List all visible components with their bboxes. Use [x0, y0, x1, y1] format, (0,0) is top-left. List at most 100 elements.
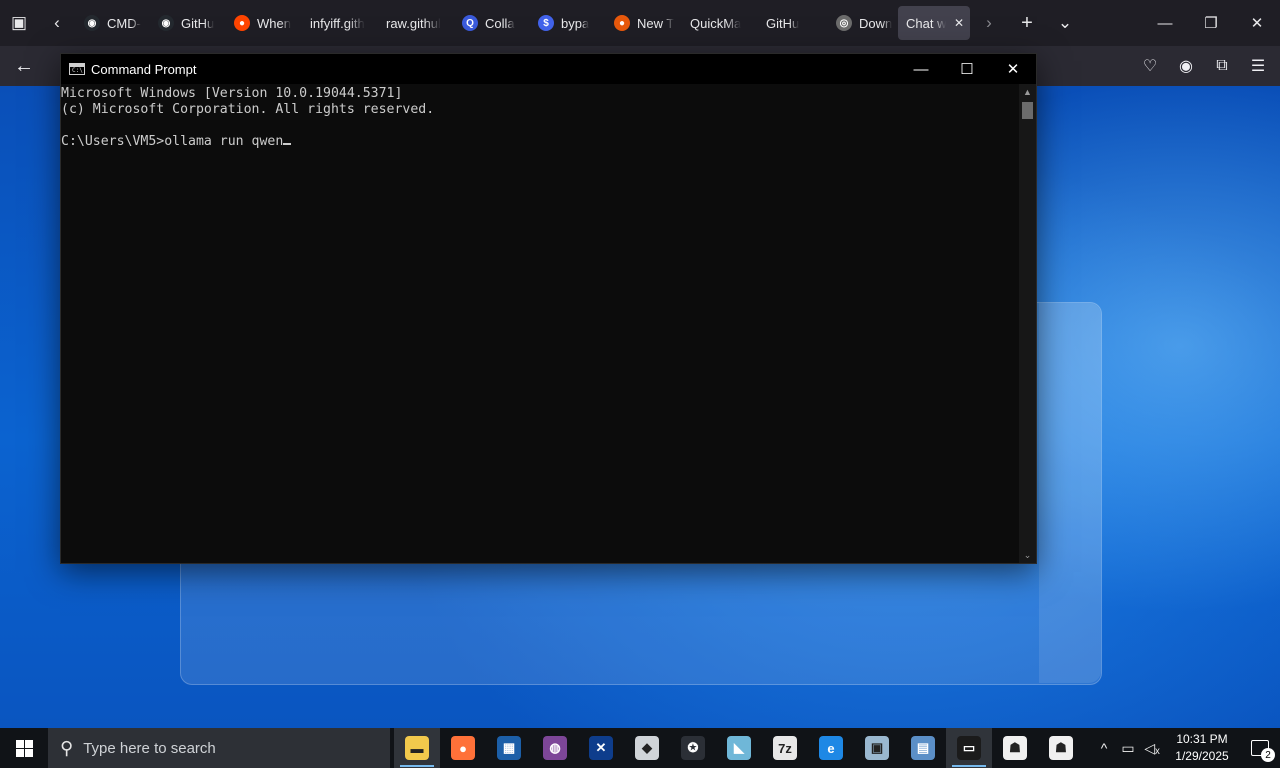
text-cursor	[283, 143, 292, 145]
notification-center-button[interactable]: 2	[1240, 728, 1280, 768]
7zip-icon: 7z	[773, 736, 797, 760]
browser-tab[interactable]: ◎ Down	[828, 6, 898, 40]
browser-tab[interactable]: QuickMa	[682, 6, 758, 40]
extensions-icon[interactable]: ⧉	[1206, 50, 1238, 82]
command-prompt-window[interactable]: C:\ Command Prompt — ☐ ✕ Microsoft Windo…	[60, 53, 1037, 564]
browser-tab-label: raw.githul	[386, 15, 441, 31]
download-site-icon: ◎	[836, 15, 852, 31]
taskbar-app-button[interactable]: ☗	[992, 728, 1038, 768]
taskbar-app-button[interactable]: ✕	[578, 728, 624, 768]
control-panel-icon: ▤	[911, 736, 935, 760]
cmd-close-icon[interactable]: ✕	[990, 54, 1036, 84]
browser-tab[interactable]: ● New T	[606, 6, 682, 40]
browser-tab[interactable]: raw.githul	[378, 6, 454, 40]
pocket-icon[interactable]: ♡	[1134, 50, 1166, 82]
background-window-edge	[1039, 303, 1101, 683]
taskbar-app-button[interactable]: e	[808, 728, 854, 768]
browser-tab[interactable]: GitHu	[758, 6, 828, 40]
taskbar-app-button[interactable]: ☗	[1038, 728, 1084, 768]
browser-tab[interactable]: infyiff.gith	[302, 6, 378, 40]
browser-tab[interactable]: Chat w ✕	[898, 6, 970, 40]
tab-scroll-left-icon[interactable]: ‹	[38, 5, 76, 41]
volume-muted-icon[interactable]: ◁ₓ	[1140, 728, 1164, 768]
start-button[interactable]	[0, 728, 48, 768]
taskbar-app-button[interactable]: ✪	[670, 728, 716, 768]
taskbar-app-button[interactable]: ●	[440, 728, 486, 768]
app-cat2-icon: ☗	[1049, 736, 1073, 760]
taskbar-search-box[interactable]: ⚲ Type here to search	[48, 728, 390, 768]
taskbar-app-button[interactable]: ▦	[486, 728, 532, 768]
taskbar-app-button[interactable]: 7z	[762, 728, 808, 768]
tor-browser-icon: ◍	[543, 736, 567, 760]
browser-tab-label: GitHu	[181, 15, 215, 31]
scroll-down-arrow-icon[interactable]: ⌄	[1019, 547, 1036, 563]
app-cube-icon: ◣	[727, 736, 751, 760]
browser-tab[interactable]: ● When	[226, 6, 302, 40]
browser-tab-label: Chat w	[906, 15, 947, 31]
search-icon: ⚲	[60, 737, 74, 758]
github-icon: ◉	[158, 15, 174, 31]
windows-logo-icon	[15, 739, 33, 757]
new-tab-icon[interactable]: +	[1008, 5, 1046, 41]
star-app-icon: ✪	[681, 736, 705, 760]
browser-tab[interactable]: Q Colla	[454, 6, 530, 40]
browser-tab-label: When	[257, 15, 291, 31]
back-arrow-icon[interactable]: ←	[8, 50, 40, 82]
browser-tab[interactable]: ◉ CMD-	[76, 6, 150, 40]
show-hidden-icons-chevron-icon[interactable]: ^	[1092, 728, 1116, 768]
browser-close-icon[interactable]: ✕	[1234, 0, 1280, 46]
browser-tab-label: QuickMa	[690, 15, 742, 31]
browser-tab-label: Down	[859, 15, 892, 31]
reddit-icon: ●	[234, 15, 250, 31]
windows-taskbar: ⚲ Type here to search ▬ ● ▦ ◍ ✕ ◆ ✪ ◣ 7z e ▣ ▤ ▭ ☗ ☗ ^…	[0, 728, 1280, 768]
taskbar-app-button[interactable]: ◣	[716, 728, 762, 768]
taskbar-app-button[interactable]: ▬	[394, 728, 440, 768]
taskbar-app-button[interactable]: ▣	[854, 728, 900, 768]
app-chart-icon: ▦	[497, 736, 521, 760]
taskbar-app-button[interactable]: ▭	[946, 728, 992, 768]
command-prompt-icon: ▭	[957, 736, 981, 760]
roblox-icon: ◆	[635, 736, 659, 760]
console-prompt-line: C:\Users\VM5>ollama run qwen	[61, 134, 1021, 150]
network-icon[interactable]: ▭	[1116, 728, 1140, 768]
dollar-icon: $	[538, 15, 554, 31]
notification-count-badge: 2	[1261, 748, 1275, 762]
account-icon[interactable]: ◉	[1170, 50, 1202, 82]
scroll-up-arrow-icon[interactable]: ▲	[1019, 84, 1036, 100]
firefox-icon: ●	[614, 15, 630, 31]
taskbar-clock[interactable]: 10:31 PM 1/29/2025	[1164, 731, 1240, 765]
browser-minimize-icon[interactable]: —	[1142, 0, 1188, 46]
search-placeholder: Type here to search	[83, 739, 216, 757]
browser-tab-strip: ▣ ‹ ◉ CMD- ◉ GitHu ● When infyiff.gith raw.gith…	[0, 0, 1280, 46]
clock-date: 1/29/2025	[1175, 749, 1229, 763]
browser-tab[interactable]: ◉ GitHu	[150, 6, 226, 40]
taskbar-app-button[interactable]: ◆	[624, 728, 670, 768]
cmd-console-output[interactable]: Microsoft Windows [Version 10.0.19044.53…	[61, 84, 1021, 563]
app-monitor-icon: ▣	[865, 736, 889, 760]
tab-list-icon[interactable]: ▣	[0, 5, 38, 41]
cmd-scrollbar[interactable]: ▲ ⌄	[1019, 84, 1036, 563]
browser-tab-label: bypa	[561, 15, 590, 31]
scrollbar-thumb[interactable]	[1022, 102, 1033, 119]
github-icon: ◉	[84, 15, 100, 31]
cmd-window-title: Command Prompt	[91, 61, 197, 77]
app-cat-icon: ☗	[1003, 736, 1027, 760]
tab-close-icon[interactable]: ✕	[954, 16, 964, 30]
cmd-titlebar[interactable]: C:\ Command Prompt — ☐ ✕	[61, 54, 1036, 84]
taskbar-app-button[interactable]: ◍	[532, 728, 578, 768]
cmd-maximize-icon[interactable]: ☐	[944, 54, 990, 84]
browser-restore-icon[interactable]: ❐	[1188, 0, 1234, 46]
browser-tab-label: infyiff.gith	[310, 15, 365, 31]
browser-tab-label: New T	[637, 15, 675, 31]
browser-tab-label: Colla	[485, 15, 515, 31]
cmd-minimize-icon[interactable]: —	[898, 54, 944, 84]
menu-hamburger-icon[interactable]: ☰	[1242, 50, 1274, 82]
browser-tab[interactable]: $ bypa	[530, 6, 606, 40]
clock-time: 10:31 PM	[1176, 732, 1228, 746]
list-all-tabs-chevron-icon[interactable]: ⌄	[1046, 5, 1084, 41]
browser-tab-label: GitHu	[766, 15, 800, 31]
firefox-icon: ●	[451, 736, 475, 760]
taskbar-app-button[interactable]: ▤	[900, 728, 946, 768]
tab-scroll-right-icon[interactable]: ›	[970, 5, 1008, 41]
